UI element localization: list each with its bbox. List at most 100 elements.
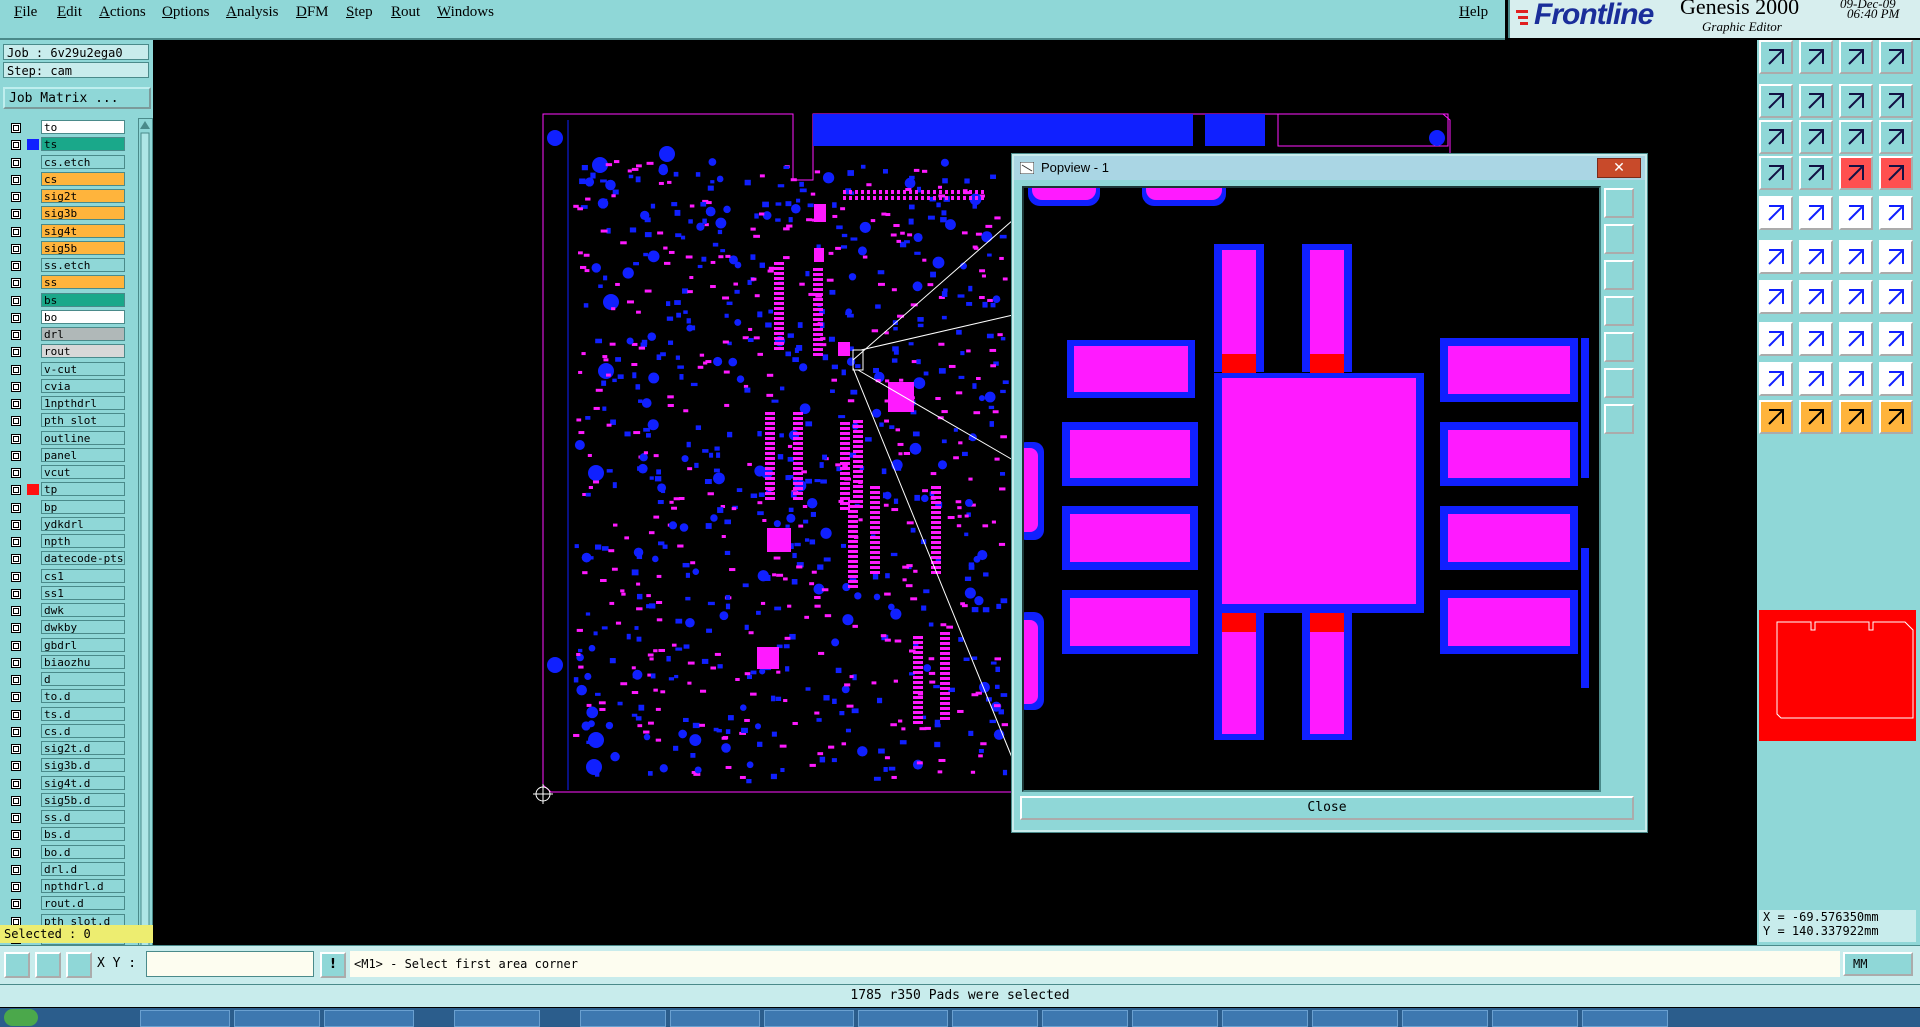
layer-checkbox[interactable] <box>11 227 21 237</box>
layer-checkbox[interactable] <box>11 140 21 150</box>
layer-row[interactable]: npthdrl.d <box>3 879 129 894</box>
layer-checkbox[interactable] <box>11 675 21 685</box>
layer-checkbox[interactable] <box>11 451 21 461</box>
layer-row[interactable]: outline <box>3 431 129 446</box>
layer-checkbox[interactable] <box>11 209 21 219</box>
layer-row[interactable]: sig5b <box>3 241 129 256</box>
pointer-icon[interactable] <box>1759 400 1793 434</box>
layer-row[interactable]: sig5b.d <box>3 793 129 808</box>
layer-checkbox[interactable] <box>11 744 21 754</box>
layer-row[interactable]: drl <box>3 327 129 342</box>
resize-icon[interactable] <box>1839 322 1873 356</box>
layer-checkbox[interactable] <box>11 813 21 823</box>
popview-pan-right-icon[interactable] <box>1604 332 1634 362</box>
layer-row[interactable]: sig4t.d <box>3 776 129 791</box>
layer-checkbox[interactable] <box>11 882 21 892</box>
layer-row[interactable]: dwkby <box>3 620 129 635</box>
popview-zoom-out-icon[interactable] <box>1604 260 1634 290</box>
merge-icon[interactable] <box>1879 322 1913 356</box>
snap-icon[interactable] <box>1759 156 1793 190</box>
arc-icon[interactable] <box>1759 280 1793 314</box>
taskbar-item[interactable] <box>140 1010 230 1027</box>
taskbar-item[interactable] <box>1042 1010 1128 1027</box>
scale-1to2-icon[interactable] <box>1839 120 1873 154</box>
layer-checkbox[interactable] <box>11 865 21 875</box>
layer-row[interactable]: rout <box>3 344 129 359</box>
popview-close-button[interactable]: Close <box>1020 796 1634 820</box>
layer-checkbox[interactable] <box>11 537 21 547</box>
popview-center-icon[interactable] <box>1604 368 1634 398</box>
menu-rout[interactable]: Rout <box>391 4 420 21</box>
layer-checkbox[interactable] <box>11 313 21 323</box>
layer-row[interactable]: cs.d <box>3 724 129 739</box>
zoom-icon[interactable] <box>1839 84 1873 118</box>
layer-checkbox[interactable] <box>11 468 21 478</box>
layer-checkbox[interactable] <box>11 330 21 340</box>
layer-row[interactable]: biaozhu <box>3 655 129 670</box>
layer-checkbox[interactable] <box>11 796 21 806</box>
pan-left-icon[interactable] <box>1759 84 1793 118</box>
layer-row[interactable]: ydkdrl <box>3 517 129 532</box>
layer-row[interactable]: d <box>3 672 129 687</box>
layer-checkbox[interactable] <box>11 830 21 840</box>
layer-row[interactable]: to <box>3 120 129 135</box>
layer-checkbox[interactable] <box>11 347 21 357</box>
layer-row[interactable]: sig2t.d <box>3 741 129 756</box>
circle-icon[interactable] <box>1879 196 1913 230</box>
layer-checkbox[interactable] <box>11 641 21 651</box>
mirror-icon[interactable] <box>1879 280 1913 314</box>
popview-canvas[interactable] <box>1022 186 1601 792</box>
taskbar-item[interactable] <box>952 1010 1038 1027</box>
taskbar-item[interactable] <box>580 1010 666 1027</box>
layer-row[interactable]: bo.d <box>3 845 129 860</box>
add-pad-icon[interactable] <box>1759 322 1793 356</box>
layer-checkbox[interactable] <box>11 278 21 288</box>
layer-checkbox[interactable] <box>11 175 21 185</box>
rout-chain-icon[interactable] <box>1879 362 1913 396</box>
layer-row[interactable]: dwk <box>3 603 129 618</box>
open-job-icon[interactable] <box>1759 40 1793 74</box>
popview-pan-left-icon[interactable] <box>1604 296 1634 326</box>
delete-icon[interactable] <box>1799 322 1833 356</box>
layer-checkbox[interactable] <box>11 382 21 392</box>
layer-checkbox[interactable] <box>11 434 21 444</box>
layer-row[interactable]: cs <box>3 172 129 187</box>
pad-icon[interactable] <box>1759 196 1793 230</box>
line-icon[interactable] <box>1799 196 1833 230</box>
move-icon[interactable] <box>1839 240 1873 274</box>
layout-icon[interactable] <box>1879 40 1913 74</box>
layer-checkbox[interactable] <box>11 485 21 495</box>
layer-row[interactable]: sig3b <box>3 206 129 221</box>
layer-checkbox[interactable] <box>11 899 21 909</box>
layer-row[interactable]: to.d <box>3 689 129 704</box>
measure-mode-icon[interactable] <box>35 952 61 978</box>
measure-icon[interactable] <box>1839 400 1873 434</box>
layer-checkbox[interactable] <box>11 692 21 702</box>
taskbar-item[interactable] <box>1582 1010 1668 1027</box>
layer-row[interactable]: ss.d <box>3 810 129 825</box>
layer-row[interactable]: bs.d <box>3 827 129 842</box>
layer-row[interactable]: gbdrl <box>3 638 129 653</box>
popview-titlebar[interactable]: Popview - 1 ✕ <box>1014 156 1645 180</box>
layer-checkbox[interactable] <box>11 727 21 737</box>
layer-row[interactable]: ts <box>3 137 129 152</box>
taskbar-item[interactable] <box>670 1010 760 1027</box>
layer-row[interactable]: cs.etch <box>3 155 129 170</box>
layer-row[interactable]: ss <box>3 275 129 290</box>
popview-zoom-fit-icon[interactable] <box>1604 188 1634 218</box>
taskbar-item[interactable] <box>858 1010 948 1027</box>
redraw-icon[interactable] <box>1879 84 1913 118</box>
save-icon[interactable] <box>1799 40 1833 74</box>
layer-checkbox[interactable] <box>11 296 21 306</box>
layer-row[interactable]: cs1 <box>3 569 129 584</box>
fixture-icon[interactable] <box>1879 156 1913 190</box>
layer-checkbox[interactable] <box>11 416 21 426</box>
layer-checkbox[interactable] <box>11 572 21 582</box>
popview-zoom-in-icon[interactable] <box>1604 224 1634 254</box>
layer-checkbox[interactable] <box>11 365 21 375</box>
layer-checkbox[interactable] <box>11 623 21 633</box>
menu-analysis[interactable]: Analysis <box>226 4 279 21</box>
layer-row[interactable]: sig3b.d <box>3 758 129 773</box>
layer-checkbox[interactable] <box>11 779 21 789</box>
layer-checkbox[interactable] <box>11 158 21 168</box>
